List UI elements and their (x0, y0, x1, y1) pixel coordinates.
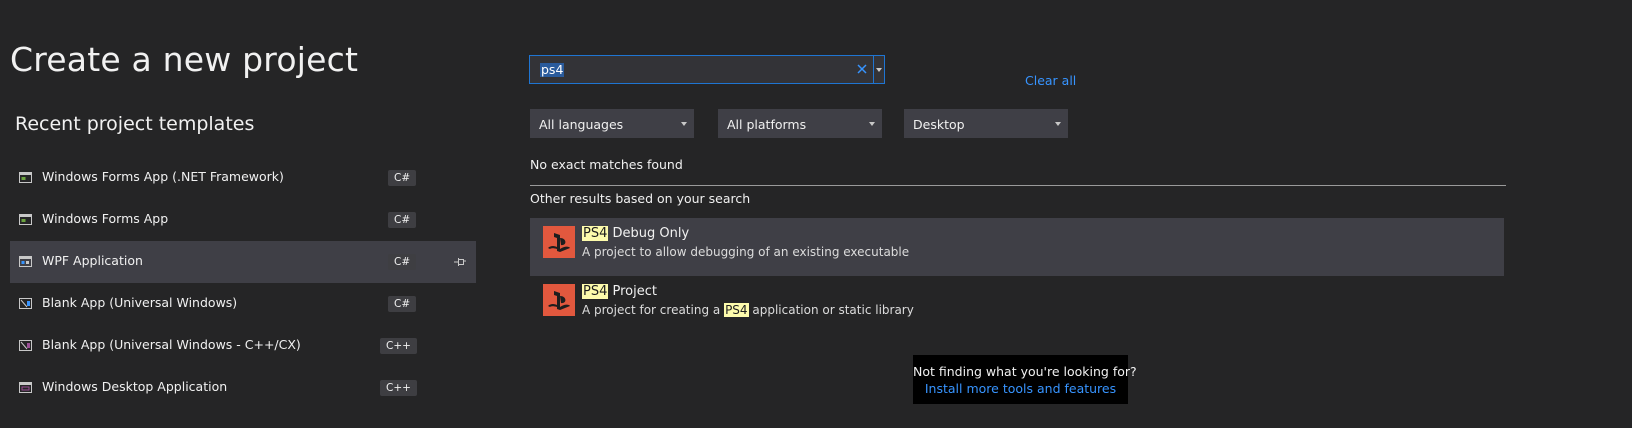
platform-filter-dropdown[interactable]: All platforms (718, 109, 882, 138)
search-match-highlight: PS4 (724, 303, 749, 317)
recent-template-item-selected[interactable]: WPF Application C# (10, 241, 476, 283)
clear-all-link[interactable]: Clear all (1025, 73, 1076, 88)
project-type-filter-dropdown[interactable]: Desktop (904, 109, 1068, 138)
template-search-box[interactable]: ps4 (529, 55, 885, 84)
recent-template-item[interactable]: Windows Desktop Application C++ (10, 367, 476, 409)
result-title-rest: Project (608, 284, 658, 299)
language-tag: C++ (380, 338, 417, 354)
template-name: Blank App (Universal Windows) (42, 295, 238, 310)
clear-search-icon[interactable] (855, 62, 869, 76)
chevron-down-icon (869, 122, 875, 126)
language-tag: C# (388, 254, 417, 270)
recent-template-item[interactable]: Windows Forms App (.NET Framework) C# (10, 157, 476, 199)
window-form-icon (19, 214, 32, 225)
recent-templates-list: Windows Forms App (.NET Framework) C# Wi… (10, 157, 476, 409)
page-title: Create a new project (10, 40, 359, 79)
recent-template-item[interactable]: Blank App (Universal Windows - C++/CX) C… (10, 325, 476, 367)
desktop-app-icon (19, 382, 32, 393)
platform-filter-value: All platforms (727, 117, 807, 132)
playstation-icon (543, 284, 575, 316)
chevron-down-icon (681, 122, 687, 126)
template-name: Windows Forms App (.NET Framework) (42, 169, 284, 184)
search-match-highlight: PS4 (582, 284, 609, 299)
uwp-app-icon (19, 340, 32, 351)
result-title: PS4 Debug Only (582, 226, 689, 241)
recent-templates-heading: Recent project templates (15, 113, 255, 135)
template-name: Windows Forms App (42, 211, 169, 226)
result-description-text: A project to allow debugging of an exist… (582, 245, 910, 259)
search-input[interactable]: ps4 (540, 63, 565, 77)
pin-icon[interactable] (454, 257, 466, 267)
window-form-icon (19, 172, 32, 183)
template-name: Blank App (Universal Windows - C++/CX) (42, 337, 301, 352)
hint-question: Not finding what you're looking for? (913, 364, 1137, 379)
language-filter-value: All languages (539, 117, 624, 132)
chevron-down-icon (1055, 122, 1061, 126)
search-divider (873, 56, 874, 83)
language-tag: C++ (380, 380, 417, 396)
install-hint-box: Not finding what you're looking for? Ins… (913, 355, 1137, 404)
chevron-down-icon[interactable] (876, 67, 882, 73)
language-tag: C# (388, 296, 417, 312)
template-name: WPF Application (42, 253, 143, 268)
result-item-ps4-project[interactable]: PS4 Project A project for creating a PS4… (530, 276, 1504, 334)
language-tag: C# (388, 212, 417, 228)
result-item-ps4-debug-only[interactable]: PS4 Debug Only A project to allow debugg… (530, 218, 1504, 276)
result-description-text: application or static library (748, 303, 914, 317)
result-description: A project to allow debugging of an exist… (582, 245, 909, 259)
recent-template-item[interactable]: Blank App (Universal Windows) C# (10, 283, 476, 325)
language-filter-dropdown[interactable]: All languages (530, 109, 694, 138)
no-match-message: No exact matches found (530, 157, 683, 172)
uwp-app-icon (19, 298, 32, 309)
language-tag: C# (388, 170, 417, 186)
recent-template-item[interactable]: Windows Forms App C# (10, 199, 476, 241)
install-tools-link[interactable]: Install more tools and features (913, 381, 1128, 396)
results-divider (530, 185, 1506, 186)
template-name: Windows Desktop Application (42, 379, 228, 394)
playstation-icon (543, 226, 575, 258)
result-title-rest: Debug Only (608, 226, 690, 241)
result-title: PS4 Project (582, 284, 657, 299)
wpf-window-icon (19, 256, 32, 267)
result-description-text: A project for creating a (582, 303, 725, 317)
project-type-filter-value: Desktop (913, 117, 965, 132)
other-results-heading: Other results based on your search (530, 191, 751, 206)
search-match-highlight: PS4 (582, 226, 609, 241)
result-description: A project for creating a PS4 application… (582, 303, 914, 317)
